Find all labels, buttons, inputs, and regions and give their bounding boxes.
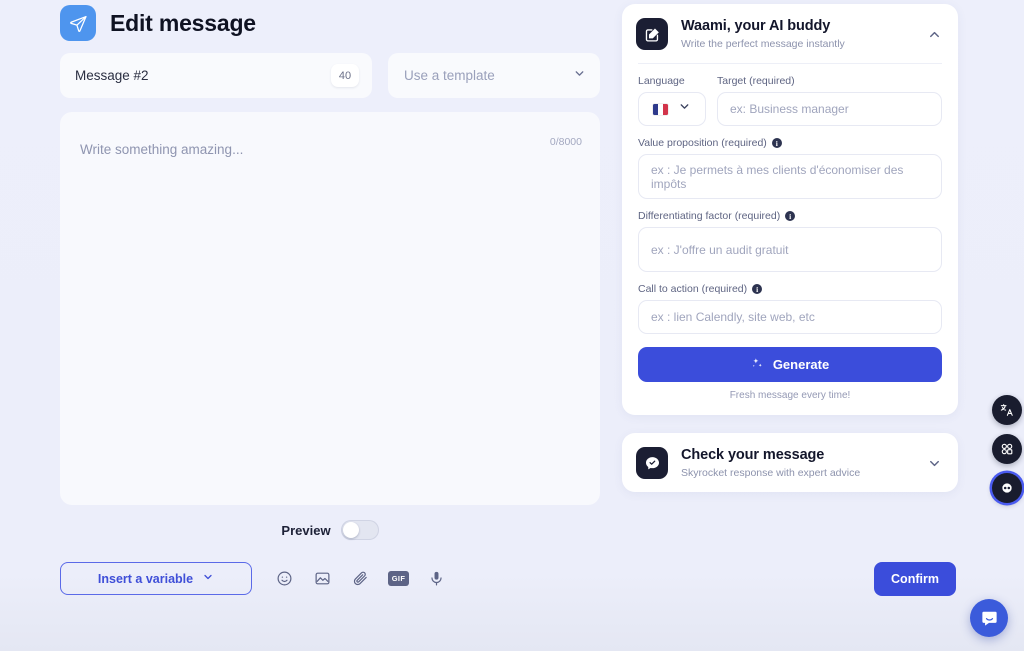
call-to-action-field: Call to action (required) i ex : lien Ca… (638, 283, 942, 334)
page-title: Edit message (110, 9, 256, 36)
check-message-header[interactable]: Check your message Skyrocket response wi… (622, 433, 958, 492)
extension-icon[interactable] (992, 473, 1022, 503)
translate-icon[interactable] (992, 395, 1022, 425)
value-proposition-label: Value proposition (required) i (638, 137, 942, 149)
chat-check-icon (636, 447, 668, 479)
call-to-action-label-text: Call to action (required) (638, 283, 748, 295)
floating-tool-rail (992, 395, 1022, 503)
chevron-down-icon (678, 100, 691, 118)
template-select[interactable]: Use a template (388, 53, 600, 98)
generate-note: Fresh message every time! (729, 390, 851, 401)
value-proposition-field: Value proposition (required) i ex : Je p… (638, 137, 942, 199)
waami-form: Language Target (required) ex: Business … (622, 75, 958, 415)
preview-toggle[interactable] (340, 520, 379, 540)
gif-icon[interactable]: GIF (388, 568, 409, 589)
microphone-icon[interactable] (426, 568, 447, 589)
send-plane-icon (60, 5, 96, 41)
target-input[interactable]: ex: Business manager (717, 92, 942, 126)
check-message-title: Check your message (681, 447, 825, 464)
attachment-icon[interactable] (350, 568, 371, 589)
insert-variable-button[interactable]: Insert a variable (60, 562, 252, 595)
generate-button[interactable]: Generate (638, 347, 942, 382)
language-target-row: Language Target (required) ex: Business … (638, 75, 942, 126)
differentiating-factor-label: Differentiating factor (required) i (638, 210, 942, 222)
target-label: Target (required) (717, 75, 795, 87)
attachment-icon-strip: GIF (274, 568, 447, 589)
info-icon[interactable]: i (785, 211, 796, 221)
call-to-action-input[interactable]: ex : lien Calendly, site web, etc (638, 300, 942, 334)
editor-toolbar: Insert a variable GIF (60, 562, 600, 595)
french-flag-icon (653, 103, 668, 115)
check-message-subtitle: Skyrocket response with expert advice (681, 466, 861, 479)
message-editor-pane: Edit message Message #2 40 Use a templat… (0, 0, 956, 651)
message-meta-row: Message #2 40 Use a template (60, 53, 600, 98)
generate-button-label: Generate (772, 357, 830, 372)
assistant-panel: Waami, your AI buddy Write the perfect m… (622, 4, 958, 492)
gif-badge-label: GIF (388, 571, 409, 586)
message-textarea-placeholder: Write something amazing... (80, 142, 244, 157)
preview-toggle-knob (342, 522, 359, 538)
insert-variable-label: Insert a variable (97, 571, 194, 586)
differentiating-factor-label-text: Differentiating factor (required) (638, 210, 781, 222)
language-field: Language (638, 75, 706, 126)
call-to-action-label: Call to action (required) i (638, 283, 942, 295)
value-proposition-label-text: Value proposition (required) (638, 137, 767, 149)
check-message-card[interactable]: Check your message Skyrocket response wi… (622, 433, 958, 492)
sparkle-icon (751, 357, 764, 373)
chevron-down-icon[interactable] (927, 456, 942, 471)
language-label: Language (638, 75, 685, 87)
check-message-text: Check your message Skyrocket response wi… (681, 447, 914, 478)
waami-card-header[interactable]: Waami, your AI buddy Write the perfect m… (622, 4, 958, 63)
differentiating-factor-input[interactable]: ex : J'offre un audit gratuit (638, 227, 942, 272)
image-icon[interactable] (312, 568, 333, 589)
waami-card-subtitle: Write the perfect message instantly (681, 37, 845, 50)
app-root: Edit message Message #2 40 Use a templat… (0, 0, 1024, 651)
waami-card-title: Waami, your AI buddy (681, 18, 831, 35)
language-select[interactable] (638, 92, 706, 126)
chevron-down-icon (202, 571, 214, 586)
apps-grid-icon[interactable] (992, 434, 1022, 464)
preview-toggle-row: Preview (60, 520, 600, 540)
waami-ai-card: Waami, your AI buddy Write the perfect m… (622, 4, 958, 415)
info-icon[interactable]: i (771, 138, 782, 148)
waami-card-text: Waami, your AI buddy Write the perfect m… (681, 18, 914, 49)
chat-bubble-icon[interactable] (970, 599, 1008, 637)
chevron-up-icon[interactable] (927, 27, 942, 42)
target-field: Target (required) ex: Business manager (717, 75, 942, 126)
message-char-counter: 0/8000 (549, 136, 582, 148)
card-divider (638, 63, 942, 64)
char-count-badge: 40 (331, 64, 359, 87)
chevron-down-icon (573, 67, 586, 85)
page-header: Edit message (60, 0, 612, 42)
compose-edit-icon (636, 18, 668, 50)
value-proposition-input[interactable]: ex : Je permets à mes clients d'économis… (638, 154, 942, 199)
differentiating-factor-field: Differentiating factor (required) i ex :… (638, 210, 942, 272)
message-textarea[interactable]: Write something amazing... 0/8000 (60, 112, 600, 505)
message-name-field[interactable]: Message #2 40 (60, 53, 372, 98)
message-name-label: Message #2 (75, 68, 149, 83)
emoji-icon[interactable] (274, 568, 295, 589)
template-select-label: Use a template (404, 68, 495, 83)
info-icon[interactable]: i (752, 284, 763, 294)
confirm-button[interactable]: Confirm (874, 562, 956, 596)
preview-label: Preview (281, 522, 331, 538)
